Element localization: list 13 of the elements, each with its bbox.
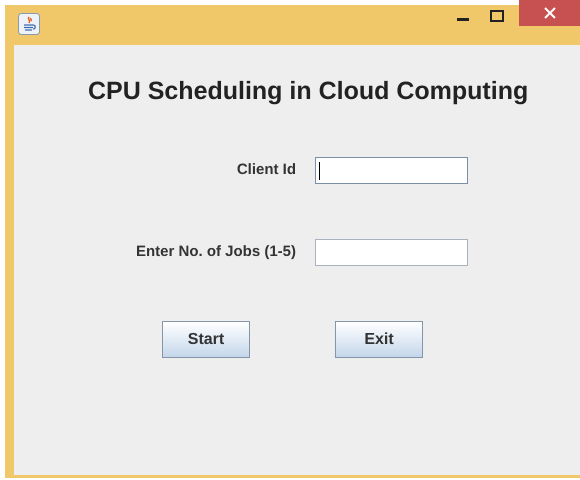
action-button[interactable]: Start	[162, 321, 250, 358]
app-icon	[18, 13, 40, 35]
field-label: Client Id	[236, 160, 296, 180]
close-button[interactable]	[519, 0, 580, 26]
close-icon	[544, 7, 556, 19]
field-label: Enter No. of Jobs (1-5)	[134, 242, 296, 262]
maximize-icon	[490, 10, 504, 22]
minimize-icon	[457, 18, 469, 22]
input-field[interactable]	[315, 157, 468, 184]
input-field[interactable]	[315, 239, 468, 266]
text-cursor	[319, 162, 320, 180]
page-title: CPU Scheduling in Cloud Computing	[88, 79, 530, 104]
action-button[interactable]: Exit	[335, 321, 423, 358]
